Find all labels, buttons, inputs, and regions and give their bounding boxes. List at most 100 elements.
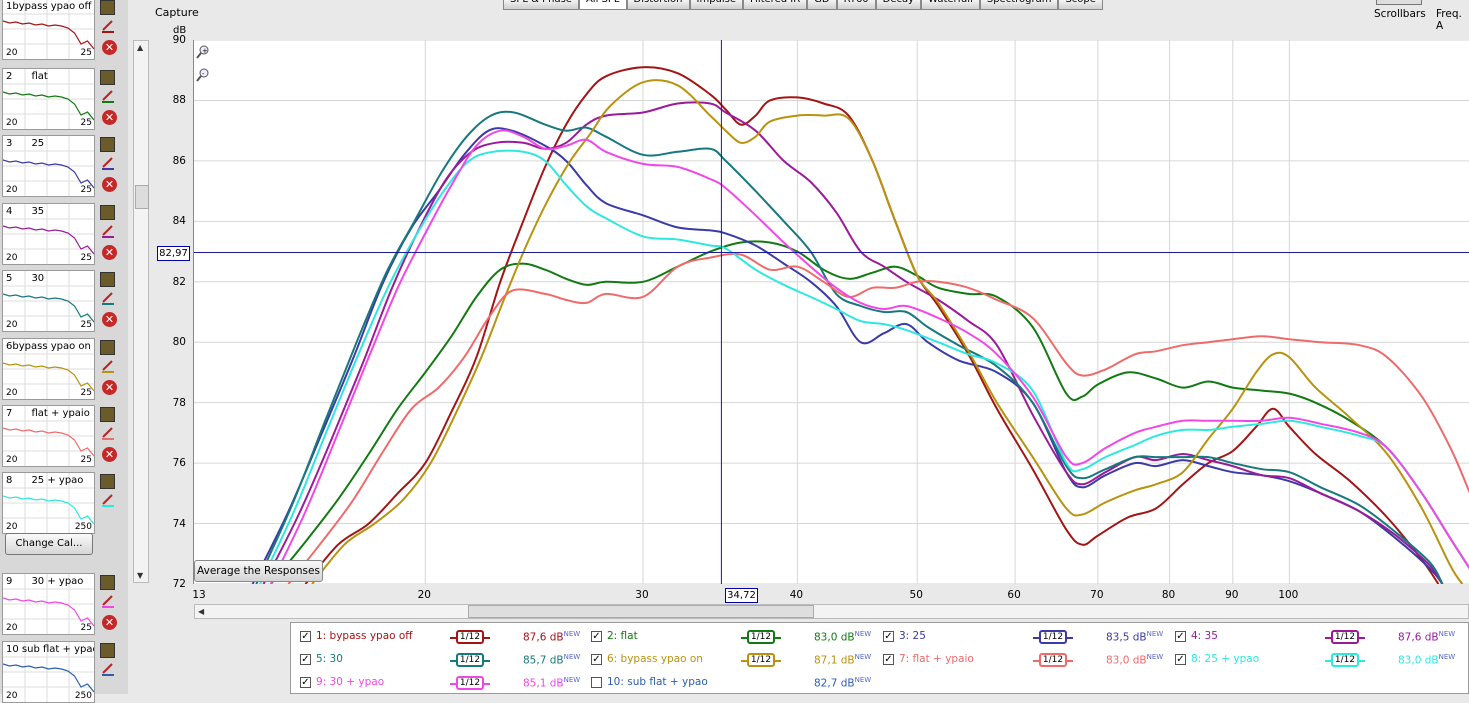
- close-icon[interactable]: ✕: [102, 380, 117, 395]
- spl-graph[interactable]: [193, 40, 1469, 584]
- legend-label[interactable]: 1: bypass ypao off: [316, 630, 413, 642]
- legend-checkbox[interactable]: ✓: [1175, 631, 1186, 642]
- smoothing-button[interactable]: 1/12: [1039, 630, 1067, 644]
- measurement-thumb-6[interactable]: 6bypass ypao on 20 25: [2, 338, 95, 400]
- close-icon[interactable]: ✕: [102, 177, 117, 192]
- pen-icon[interactable]: [100, 661, 115, 676]
- capture-label[interactable]: Capture: [155, 6, 199, 19]
- smoothing-button[interactable]: 1/12: [1331, 653, 1359, 667]
- smoothing-button[interactable]: 1/12: [1331, 630, 1359, 644]
- legend-checkbox[interactable]: ✓: [300, 631, 311, 642]
- smoothing-button[interactable]: 1/12: [456, 653, 484, 667]
- close-icon[interactable]: ✕: [102, 40, 117, 55]
- legend-checkbox[interactable]: ✓: [883, 654, 894, 665]
- close-icon[interactable]: ✕: [102, 447, 117, 462]
- edit-icon[interactable]: [100, 0, 115, 15]
- tab-rt60[interactable]: RT60: [836, 0, 876, 10]
- legend-level-value: 83,0 dB: [814, 631, 855, 644]
- tab-decay[interactable]: Decay: [875, 0, 922, 10]
- measurement-name-text: flat + ypaio: [15, 408, 90, 419]
- edit-icon[interactable]: [100, 70, 115, 85]
- close-icon[interactable]: ✕: [102, 110, 117, 125]
- pen-icon[interactable]: [100, 358, 115, 373]
- smoothing-button[interactable]: 1/12: [456, 630, 484, 644]
- legend-label[interactable]: 4: 35: [1191, 630, 1218, 642]
- legend-checkbox[interactable]: [591, 677, 602, 688]
- scroll-left-icon[interactable]: ◀: [198, 607, 204, 616]
- pen-icon[interactable]: [100, 88, 115, 103]
- edit-icon[interactable]: [100, 272, 115, 287]
- legend-checkbox[interactable]: ✓: [883, 631, 894, 642]
- smoothing-button[interactable]: 1/12: [747, 653, 775, 667]
- edit-icon[interactable]: [100, 643, 115, 658]
- legend-checkbox[interactable]: ✓: [300, 654, 311, 665]
- legend-label[interactable]: 5: 30: [316, 653, 343, 665]
- pen-icon[interactable]: [100, 18, 115, 33]
- edit-icon[interactable]: [100, 205, 115, 220]
- legend-level: 87,6 dBNEW: [523, 630, 580, 644]
- measurement-thumb-8[interactable]: 8 25 + ypao 20 250: [2, 472, 95, 534]
- legend-label[interactable]: 10: sub flat + ypao: [607, 676, 708, 688]
- scrollbars-toggle[interactable]: [1376, 0, 1422, 5]
- horizontal-scroll-thumb[interactable]: [468, 605, 814, 618]
- zoom-out-icon[interactable]: -: [196, 68, 210, 84]
- legend-label[interactable]: 6: bypass ypao on: [607, 653, 703, 665]
- horizontal-scrollbar[interactable]: ◀: [194, 604, 1469, 619]
- legend-label[interactable]: 2: flat: [607, 630, 638, 642]
- legend-checkbox[interactable]: ✓: [300, 677, 311, 688]
- smoothing-button[interactable]: 1/12: [1039, 653, 1067, 667]
- tab-scope[interactable]: Scope: [1058, 0, 1103, 10]
- edit-icon[interactable]: [100, 137, 115, 152]
- pen-icon[interactable]: [100, 593, 115, 608]
- close-icon[interactable]: ✕: [102, 245, 117, 260]
- pen-icon[interactable]: [100, 290, 115, 305]
- edit-icon[interactable]: [100, 340, 115, 355]
- smoothing-button[interactable]: 1/12: [747, 630, 775, 644]
- tab-distortion[interactable]: Distortion: [626, 0, 690, 10]
- pen-icon[interactable]: [100, 223, 115, 238]
- legend-checkbox[interactable]: ✓: [591, 654, 602, 665]
- scroll-up-icon[interactable]: ▲: [137, 43, 143, 52]
- legend-label[interactable]: 8: 25 + ypao: [1191, 653, 1259, 665]
- pen-icon[interactable]: [100, 425, 115, 440]
- legend-checkbox[interactable]: ✓: [591, 631, 602, 642]
- measurement-thumb-1[interactable]: 1bypass ypao off 20 25: [2, 0, 95, 60]
- tab-waterfall[interactable]: Waterfall: [921, 0, 980, 10]
- tab-filtered-ir[interactable]: Filtered IR: [743, 0, 808, 10]
- legend-label[interactable]: 7: flat + ypaio: [899, 653, 974, 665]
- scroll-down-icon[interactable]: ▼: [137, 571, 143, 580]
- average-responses-button[interactable]: Average the Responses: [194, 560, 323, 582]
- zoom-in-icon[interactable]: +: [196, 45, 210, 61]
- legend-label[interactable]: 3: 25: [899, 630, 926, 642]
- tab-all-spl[interactable]: All SPL: [578, 0, 627, 10]
- measurement-thumb-2[interactable]: 2 flat 20 25: [2, 68, 95, 130]
- new-badge: NEW: [1146, 653, 1164, 661]
- freq-axis-label[interactable]: Freq. A: [1436, 8, 1469, 32]
- measurement-thumb-3[interactable]: 3 25 20 25: [2, 135, 95, 197]
- smoothing-button[interactable]: 1/12: [456, 676, 484, 690]
- vertical-scrollbar[interactable]: ▲ ▼: [133, 40, 149, 583]
- y-tick-label: 88: [172, 94, 186, 107]
- legend-checkbox[interactable]: ✓: [1175, 654, 1186, 665]
- edit-icon[interactable]: [100, 575, 115, 590]
- pen-icon[interactable]: [100, 155, 115, 170]
- legend-label[interactable]: 9: 30 + ypao: [316, 676, 384, 688]
- close-icon[interactable]: ✕: [102, 312, 117, 327]
- edit-icon[interactable]: [100, 474, 115, 489]
- edit-icon[interactable]: [100, 407, 115, 422]
- measurement-thumb-7[interactable]: 7 flat + ypaio 20 25: [2, 405, 95, 467]
- vertical-scroll-thumb[interactable]: [135, 185, 149, 209]
- measurement-thumb-9[interactable]: 9 30 + ypao 20 25: [2, 573, 95, 635]
- measurement-thumb-5[interactable]: 5 30 20 25: [2, 270, 95, 332]
- change-cal-button[interactable]: Change Cal...: [5, 533, 93, 555]
- tab-gd[interactable]: GD: [807, 0, 837, 10]
- measurement-thumb-4[interactable]: 4 35 20 25: [2, 203, 95, 265]
- x-tick-label: 80: [1161, 589, 1176, 601]
- scrollbars-label[interactable]: Scrollbars: [1374, 8, 1426, 20]
- close-icon[interactable]: ✕: [102, 615, 117, 630]
- tab-spectrogram[interactable]: Spectrogram: [979, 0, 1059, 10]
- tab-impulse[interactable]: Impulse: [689, 0, 744, 10]
- spl-chart[interactable]: [194, 40, 1469, 584]
- tab-spl-phase[interactable]: SPL & Phase: [503, 0, 579, 10]
- pen-icon[interactable]: [100, 492, 115, 507]
